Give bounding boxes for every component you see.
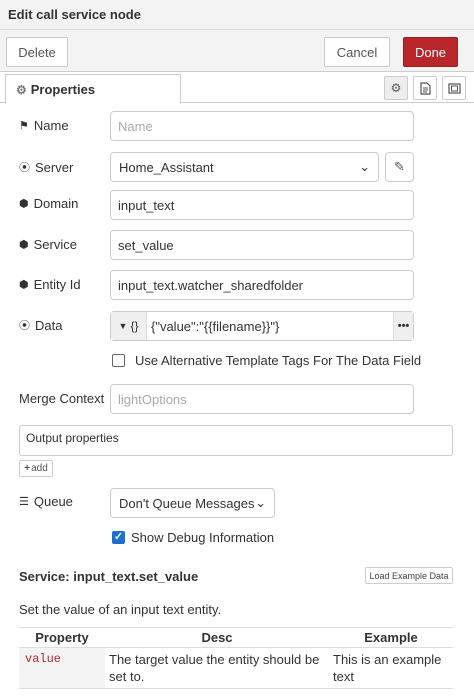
- gear-icon: ⚙: [16, 83, 27, 97]
- plus-icon: +: [24, 463, 31, 474]
- cancel-button[interactable]: Cancel: [324, 37, 390, 67]
- tab-properties-label: Properties: [30, 82, 96, 97]
- appearance-tab-icon[interactable]: [442, 76, 466, 100]
- table-header-property: Property: [19, 627, 105, 648]
- debug-checkbox[interactable]: ✓: [112, 531, 125, 544]
- service-info-title: Service: input_text.set_value: [19, 569, 199, 584]
- queue-select[interactable]: Don't Queue Messages ⌄: [110, 488, 275, 518]
- table-row: value The target value the entity should…: [19, 647, 453, 689]
- data-typed-input[interactable]: ▼ {} {"value":"{{filename}}"} •••: [110, 311, 414, 341]
- data-label: ⦿ Data: [19, 317, 63, 333]
- database-icon: ☰: [19, 496, 29, 508]
- table-header-desc: Desc: [105, 627, 329, 648]
- settings-tab-icon[interactable]: ⚙: [384, 76, 408, 100]
- dialog-title: Edit call service node: [0, 0, 474, 30]
- alt-tags-checkbox[interactable]: [112, 354, 125, 367]
- debug-label: Show Debug Information: [131, 530, 275, 545]
- table-header-example: Example: [329, 627, 453, 648]
- delete-button[interactable]: Delete: [6, 37, 68, 67]
- pencil-icon: ✎: [394, 159, 405, 174]
- load-example-button[interactable]: Load Example Data: [365, 567, 453, 584]
- dot-circle-icon: ⦿: [19, 162, 30, 174]
- server-select[interactable]: Home_Assistant ⌄: [110, 152, 379, 182]
- ellipsis-icon: •••: [397, 320, 410, 332]
- edit-server-button[interactable]: ✎: [385, 152, 414, 182]
- output-properties-list: Output properties: [19, 425, 453, 456]
- chevron-down-icon: ⌄: [359, 159, 370, 174]
- tab-properties[interactable]: ⚙ Properties: [5, 74, 181, 104]
- cube-icon: ⬢: [19, 279, 29, 291]
- data-type-label: {}: [130, 319, 139, 333]
- done-button[interactable]: Done: [403, 37, 458, 67]
- name-input[interactable]: Name: [110, 111, 414, 141]
- server-value: Home_Assistant: [119, 159, 214, 175]
- description-tab-icon[interactable]: [413, 76, 437, 100]
- field-desc: The target value the entity should be se…: [105, 647, 329, 689]
- cube-icon: ⬢: [19, 198, 29, 210]
- service-description: Set the value of an input text entity.: [19, 602, 222, 617]
- name-label: ⚑ Name: [19, 118, 69, 133]
- entity-id-input[interactable]: input_text.watcher_sharedfolder: [110, 270, 414, 300]
- server-label: ⦿ Server: [19, 159, 74, 175]
- output-properties-label: Output properties: [26, 431, 119, 445]
- chevron-down-icon: ⌄: [255, 495, 266, 510]
- entity-id-label: ⬢ Entity Id: [19, 277, 81, 292]
- merge-context-input[interactable]: lightOptions: [110, 384, 414, 414]
- data-value[interactable]: {"value":"{{filename}}"}: [147, 319, 393, 334]
- merge-context-label: Merge Context: [19, 391, 105, 406]
- field-example: This is an example text: [329, 647, 453, 689]
- dot-circle-icon: ⦿: [19, 320, 30, 332]
- field-property: value: [19, 647, 105, 689]
- alt-tags-label: Use Alternative Template Tags For The Da…: [135, 353, 422, 368]
- action-bar: Delete Cancel Done: [0, 30, 474, 72]
- domain-label: ⬢ Domain: [19, 196, 79, 211]
- add-output-button[interactable]: + add: [19, 460, 53, 477]
- queue-value: Don't Queue Messages: [119, 495, 255, 511]
- service-input[interactable]: set_value: [110, 230, 414, 260]
- file-icon: [419, 81, 431, 95]
- data-type-select[interactable]: ▼ {}: [111, 312, 147, 340]
- frame-icon: [447, 82, 461, 94]
- expand-editor-button[interactable]: •••: [393, 312, 413, 340]
- queue-label: ☰ Queue: [19, 494, 73, 509]
- cube-icon: ⬢: [19, 239, 29, 251]
- tag-icon: ⚑: [19, 120, 29, 132]
- caret-down-icon: ▼: [118, 321, 128, 331]
- gear-icon: ⚙: [390, 81, 402, 95]
- domain-input[interactable]: input_text: [110, 190, 414, 220]
- service-label: ⬢ Service: [19, 237, 77, 252]
- service-fields-table: Property Desc Example value The target v…: [19, 627, 453, 689]
